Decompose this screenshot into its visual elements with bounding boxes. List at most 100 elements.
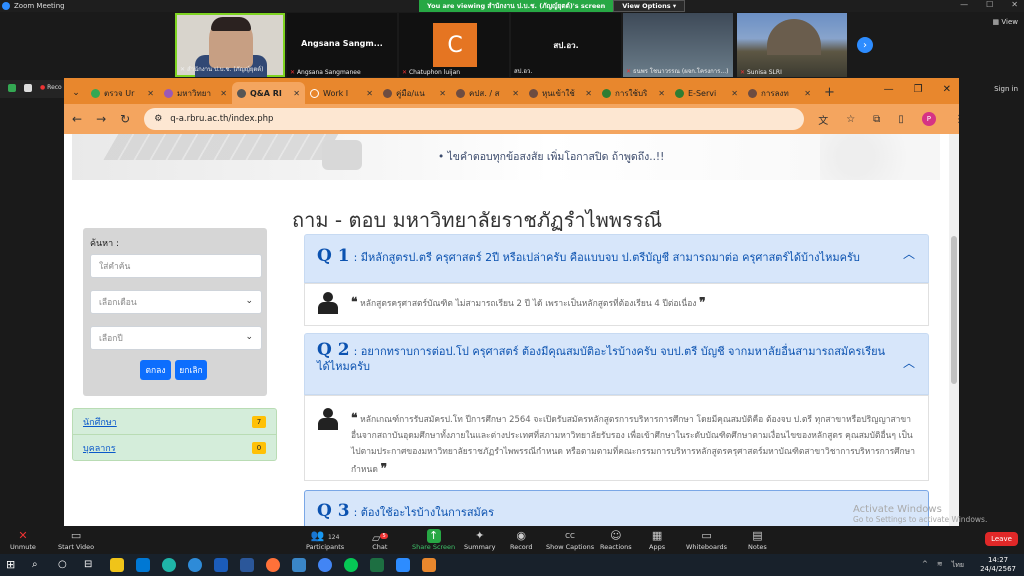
store-icon[interactable] bbox=[136, 558, 150, 572]
clock[interactable]: 14:27 24/4/2567 bbox=[980, 556, 1016, 574]
chat-button[interactable]: ▱ 5 Chat bbox=[372, 529, 388, 551]
year-select[interactable]: เลือกปี ⌄ bbox=[90, 326, 262, 350]
browser-tab[interactable]: มหาวิทยา ✕ bbox=[159, 82, 232, 104]
next-page-icon[interactable]: › bbox=[857, 37, 873, 53]
sign-in-link[interactable]: Sign in bbox=[994, 85, 1018, 93]
browser-tab[interactable]: E-Servi ✕ bbox=[670, 82, 743, 104]
extensions-icon[interactable]: ⧉ bbox=[873, 114, 880, 125]
browser-icon[interactable] bbox=[188, 558, 202, 572]
tab-close-icon[interactable]: ✕ bbox=[439, 89, 446, 98]
submit-button[interactable]: ตกลง bbox=[140, 360, 171, 380]
tab-close-icon[interactable]: ✕ bbox=[731, 89, 738, 98]
browser-tab-active[interactable]: Q&A RI ✕ bbox=[232, 82, 305, 104]
participant-tile[interactable]: สป.อว. สป.อว. bbox=[511, 13, 621, 77]
site-info-icon[interactable]: ⚙ bbox=[154, 114, 162, 124]
chrome-icon[interactable] bbox=[318, 558, 332, 572]
windows-start-icon[interactable]: ⊞ bbox=[6, 558, 20, 572]
participant-tile-active-speaker[interactable]: ✕ สำนักงาน ป.บ.ช. (ภัญญ์ยุตต์) bbox=[175, 13, 285, 77]
browser-tab[interactable]: ตรวจ Ur ✕ bbox=[86, 82, 159, 104]
restore-icon[interactable]: ❐ bbox=[914, 84, 923, 95]
translate-icon[interactable]: 文 bbox=[818, 112, 828, 127]
system-tray[interactable]: ^ ≋ ไทย bbox=[922, 560, 964, 571]
search-icon[interactable]: ⌕ bbox=[32, 558, 46, 572]
participant-tile[interactable]: ✕ ธนพร โชนาวรรณ (ผจก.โครงการ...) bbox=[623, 13, 733, 77]
browser-tab[interactable]: การใช้บริ ✕ bbox=[597, 82, 670, 104]
browser-tab[interactable]: คปส. / ส ✕ bbox=[451, 82, 524, 104]
summary-button[interactable]: ✦ Summary bbox=[464, 529, 495, 551]
browser-tab[interactable]: Work I ✕ bbox=[305, 82, 378, 104]
mic-muted-icon: ✕ bbox=[626, 68, 632, 75]
participant-tile[interactable]: ✕ Sunisa SLRI bbox=[737, 13, 847, 77]
browser-window-controls[interactable]: — ❐ ✕ bbox=[884, 84, 951, 95]
category-item-students[interactable]: นักศึกษา 7 bbox=[73, 409, 276, 435]
chrome-profile-icon[interactable] bbox=[422, 558, 436, 572]
profile-avatar[interactable]: P bbox=[921, 112, 936, 126]
task-view-icon[interactable]: ○ bbox=[58, 558, 72, 572]
notes-button[interactable]: ▤ Notes bbox=[748, 529, 767, 551]
chat-badge: 5 bbox=[380, 533, 388, 539]
question-header[interactable]: Q 3: ต้องใช้อะไรบ้างในการสมัคร bbox=[304, 490, 929, 526]
line-icon[interactable] bbox=[344, 558, 358, 572]
participant-tile[interactable]: Angsana Sangm... ✕ Angsana Sangmanee bbox=[287, 13, 397, 77]
chevron-up-icon[interactable]: ︿ bbox=[903, 356, 915, 371]
firefox-icon[interactable] bbox=[266, 558, 280, 572]
minimize-icon[interactable]: — bbox=[884, 84, 894, 95]
share-screen-button[interactable]: ↑ Share Screen bbox=[412, 529, 455, 551]
chevron-up-icon[interactable]: ︿ bbox=[903, 247, 915, 262]
tab-close-icon[interactable]: ✕ bbox=[293, 89, 300, 98]
whiteboards-button[interactable]: ▭ Whiteboards bbox=[686, 529, 727, 551]
reactions-button[interactable]: ☺ Reactions bbox=[600, 529, 632, 551]
file-explorer-icon[interactable] bbox=[110, 558, 124, 572]
outlook-icon[interactable] bbox=[214, 558, 228, 572]
show-captions-button[interactable]: CC Show Captions bbox=[546, 529, 594, 551]
excel-icon[interactable] bbox=[370, 558, 384, 572]
edge-icon[interactable] bbox=[162, 558, 176, 572]
sidebar-icon[interactable]: ▯ bbox=[898, 114, 904, 125]
app-icon[interactable] bbox=[292, 558, 306, 572]
widgets-icon[interactable]: ⊟ bbox=[84, 558, 98, 572]
keyword-input[interactable]: ใส่คำค้น bbox=[90, 254, 262, 278]
participant-tile[interactable]: C ✕ Chatuphon luijan bbox=[399, 13, 509, 77]
bookmark-star-icon[interactable]: ☆ bbox=[846, 114, 855, 125]
browser-tab[interactable]: การลงท ✕ bbox=[743, 82, 816, 104]
recording-indicator[interactable]: ● Reco bbox=[40, 84, 62, 91]
tab-close-icon[interactable]: ✕ bbox=[658, 89, 665, 98]
record-button[interactable]: ◉ Record bbox=[510, 529, 532, 551]
forward-icon[interactable]: → bbox=[96, 112, 106, 126]
question-header[interactable]: Q 1: มีหลักสูตรป.ตรี ครุศาสตร์ 2ปี หรือเ… bbox=[304, 234, 929, 283]
scrollbar-thumb[interactable] bbox=[951, 236, 957, 384]
reload-icon[interactable]: ↻ bbox=[120, 112, 130, 126]
tab-close-icon[interactable]: ✕ bbox=[512, 89, 519, 98]
zoom-icon[interactable] bbox=[396, 558, 410, 572]
minimize-icon[interactable]: — bbox=[960, 0, 968, 9]
cancel-button[interactable]: ยกเลิก bbox=[175, 360, 207, 380]
category-item-staff[interactable]: บุคลากร 0 bbox=[73, 435, 276, 461]
close-icon[interactable]: ✕ bbox=[1011, 0, 1018, 9]
tab-search-icon[interactable]: ⌄ bbox=[66, 82, 86, 104]
tab-close-icon[interactable]: ✕ bbox=[804, 89, 811, 98]
question-header[interactable]: Q 2: อยากทราบการต่อป.โป ครุศาสตร์ ต้องมี… bbox=[304, 333, 929, 395]
maximize-icon[interactable]: ☐ bbox=[986, 0, 993, 9]
menu-dots-icon[interactable]: ⋮ bbox=[954, 114, 959, 125]
tab-close-icon[interactable]: ✕ bbox=[366, 89, 373, 98]
tab-close-icon[interactable]: ✕ bbox=[220, 89, 227, 98]
word-icon[interactable] bbox=[240, 558, 254, 572]
start-video-button[interactable]: ▭ Start Video bbox=[58, 529, 94, 551]
view-options-button[interactable]: View Options ▾ bbox=[613, 0, 686, 12]
back-icon[interactable]: ← bbox=[72, 112, 82, 126]
leave-button[interactable]: Leave bbox=[985, 532, 1018, 546]
zoom-window-controls[interactable]: — ☐ ✕ bbox=[960, 0, 1018, 9]
browser-tab[interactable]: คู่มือ/แน ✕ bbox=[378, 82, 451, 104]
month-select[interactable]: เลือกเดือน ⌄ bbox=[90, 290, 262, 314]
apps-button[interactable]: ▦ Apps bbox=[649, 529, 665, 551]
view-button[interactable]: ▦ View bbox=[993, 18, 1018, 26]
tab-close-icon[interactable]: ✕ bbox=[585, 89, 592, 98]
url-field[interactable]: ⚙ q-a.rbru.ac.th/index.php bbox=[144, 108, 805, 130]
close-icon[interactable]: ✕ bbox=[943, 84, 951, 95]
page-scrollbar[interactable] bbox=[949, 134, 959, 526]
participants-button[interactable]: 👥 124 Participants bbox=[306, 529, 344, 551]
unmute-button[interactable]: ✕ Unmute bbox=[10, 529, 36, 551]
tab-close-icon[interactable]: ✕ bbox=[147, 89, 154, 98]
new-tab-button[interactable]: + bbox=[816, 85, 843, 104]
browser-tab[interactable]: หุนเข้าใช้ ✕ bbox=[524, 82, 597, 104]
